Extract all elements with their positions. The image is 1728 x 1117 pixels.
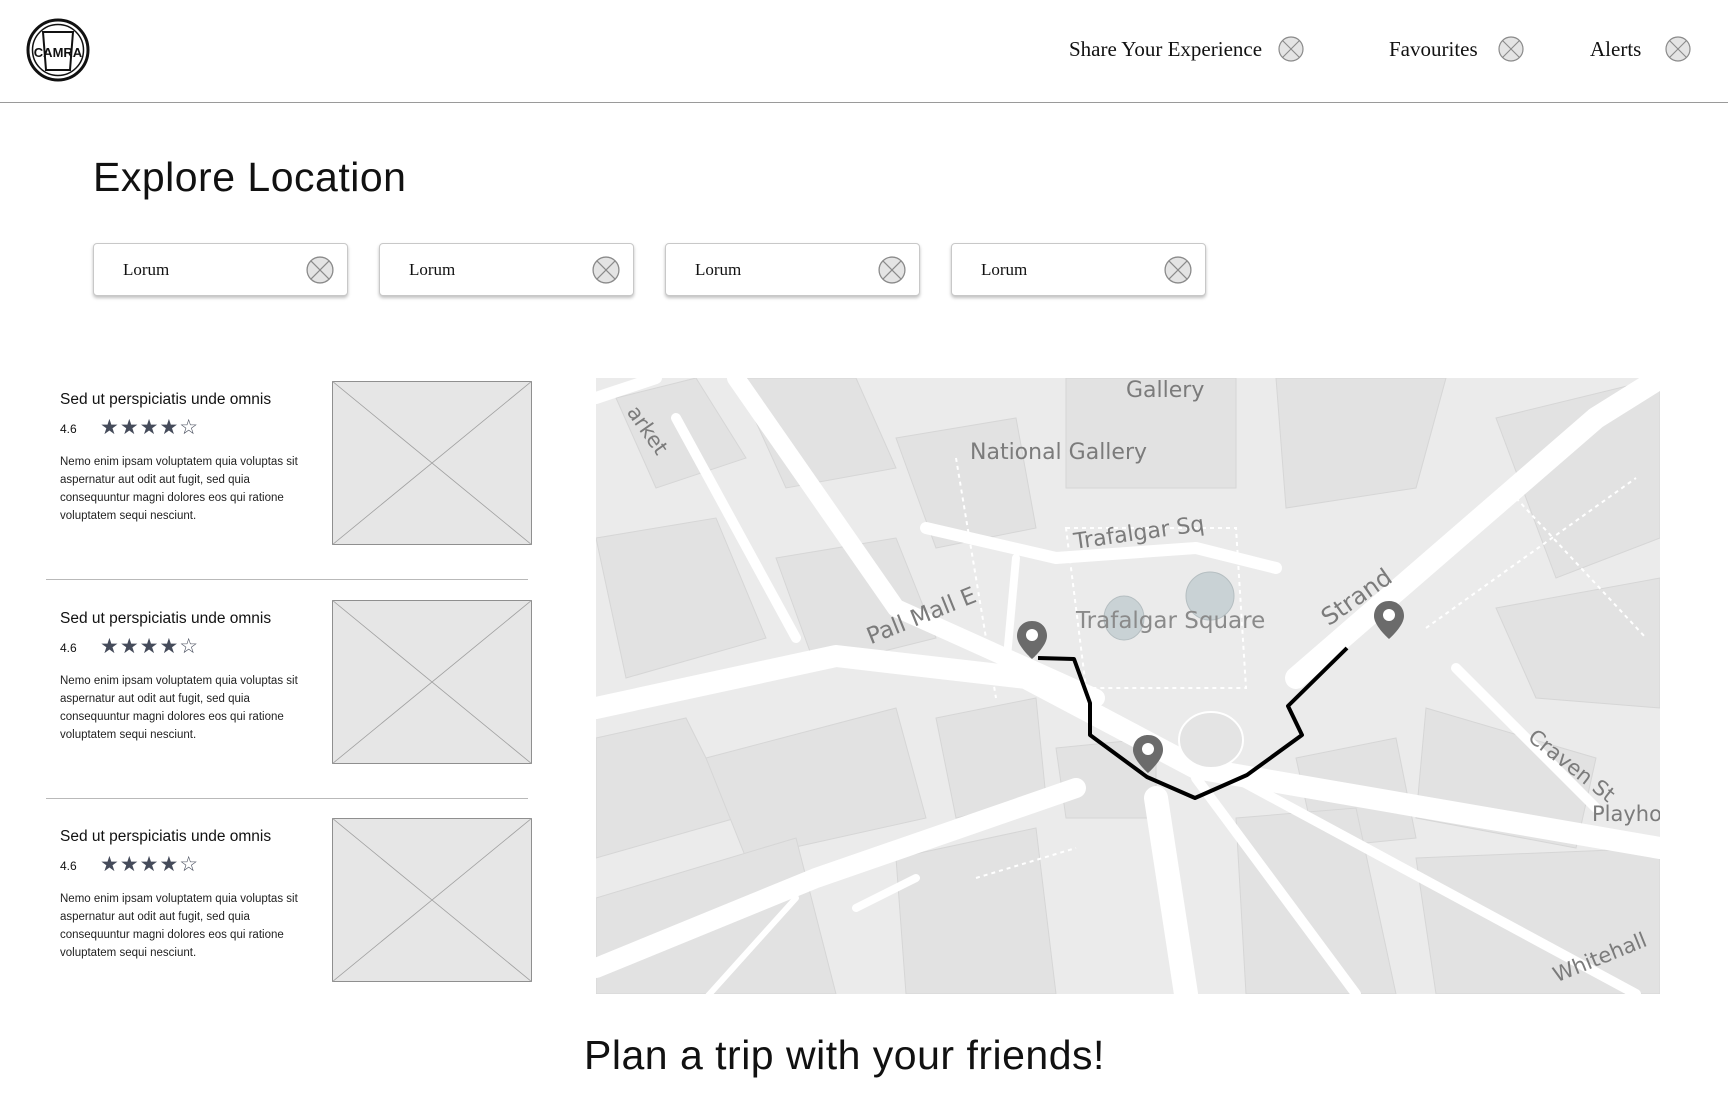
card-description: Nemo enim ipsam voluptatem quia voluptas…	[60, 456, 298, 522]
star-rating-icon: ★★★★☆	[100, 853, 200, 876]
top-navigation-bar: CAMRA Share Your Experience Favourites A…	[0, 0, 1728, 103]
rating-value: 4.6	[60, 422, 77, 436]
image-placeholder[interactable]	[332, 600, 532, 764]
close-icon	[1665, 36, 1691, 62]
remove-filter-icon[interactable]	[306, 256, 334, 284]
filter-chip-label: Lorum	[695, 260, 742, 279]
nav-alerts[interactable]: Alerts	[1590, 36, 1691, 62]
card-title[interactable]: Sed ut perspiciatis unde omnis	[60, 610, 271, 628]
filter-chip-label: Lorum	[409, 260, 456, 279]
nav-alerts-label: Alerts	[1590, 36, 1642, 61]
close-icon	[1498, 36, 1524, 62]
close-icon	[1278, 36, 1304, 62]
filter-chip[interactable]: Lorum	[93, 243, 348, 296]
nav-favourites[interactable]: Favourites	[1389, 36, 1524, 62]
nav-share-your-experience[interactable]: Share Your Experience	[1069, 36, 1304, 62]
nav-share-label: Share Your Experience	[1069, 36, 1263, 61]
filter-chip-label: Lorum	[123, 260, 170, 279]
card-description: Nemo enim ipsam voluptatem quia voluptas…	[60, 675, 298, 741]
map-pin-icon[interactable]	[1132, 734, 1164, 774]
nav-favourites-label: Favourites	[1389, 36, 1478, 61]
logo-text: CAMRA	[34, 45, 83, 60]
map-label-trafalgar-square: Trafalgar Square	[1076, 608, 1266, 634]
map-label-national-gallery: National Gallery	[970, 440, 1148, 465]
camra-logo[interactable]: CAMRA	[26, 18, 90, 82]
map-view[interactable]: Gallery National Gallery Trafalgar Sq Tr…	[596, 378, 1660, 994]
star-rating-icon: ★★★★☆	[100, 416, 200, 439]
remove-filter-icon[interactable]	[592, 256, 620, 284]
star-rating-icon: ★★★★☆	[100, 635, 200, 658]
map-streets	[596, 378, 1660, 994]
filter-chip[interactable]: Lorum	[379, 243, 634, 296]
filter-chip-label: Lorum	[981, 260, 1028, 279]
map-pin-icon[interactable]	[1016, 620, 1048, 660]
divider	[46, 798, 528, 799]
rating-value: 4.6	[60, 641, 77, 655]
image-placeholder[interactable]	[332, 818, 532, 982]
divider	[46, 579, 528, 580]
filter-chip[interactable]: Lorum	[951, 243, 1206, 296]
trip-planner-heading: Plan a trip with your friends!	[584, 1032, 1105, 1078]
page-title: Explore Location	[93, 154, 407, 200]
remove-filter-icon[interactable]	[878, 256, 906, 284]
card-title[interactable]: Sed ut perspiciatis unde omnis	[60, 828, 271, 846]
card-title[interactable]: Sed ut perspiciatis unde omnis	[60, 391, 271, 409]
rating-value: 4.6	[60, 859, 77, 873]
card-description: Nemo enim ipsam voluptatem quia voluptas…	[60, 893, 298, 959]
image-placeholder[interactable]	[332, 381, 532, 545]
map-label-playhouse: Playho	[1592, 802, 1660, 826]
map-pin-icon[interactable]	[1373, 600, 1405, 640]
filter-chip[interactable]: Lorum	[665, 243, 920, 296]
remove-filter-icon[interactable]	[1164, 256, 1192, 284]
map-label-gallery: Gallery	[1126, 378, 1205, 403]
